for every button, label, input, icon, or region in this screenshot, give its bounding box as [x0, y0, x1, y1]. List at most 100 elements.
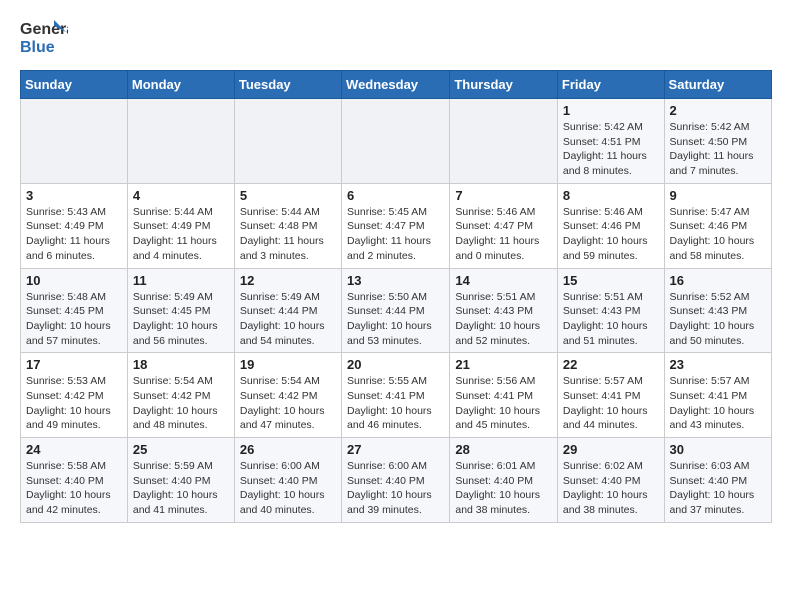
- day-number: 27: [347, 442, 444, 457]
- calendar-week-row: 10 Sunrise: 5:48 AMSunset: 4:45 PMDayligh…: [21, 268, 772, 353]
- calendar-cell: [234, 99, 341, 184]
- calendar-cell: 18Sunrise: 5:54 AMSunset: 4:42 PMDayligh…: [127, 353, 234, 438]
- day-number: 13: [347, 273, 444, 288]
- calendar-cell: 16 Sunrise: 5:52 AMSunset: 4:43 PMDayligh…: [664, 268, 771, 353]
- calendar-cell: 21 Sunrise: 5:56 AMSunset: 4:41 PMDayligh…: [450, 353, 558, 438]
- day-number: 17: [26, 357, 122, 372]
- day-number: 19: [240, 357, 336, 372]
- day-info: Sunrise: 6:00 AMSunset: 4:40 PMDaylight:…: [347, 459, 444, 518]
- day-number: 5: [240, 188, 336, 203]
- day-number: 10: [26, 273, 122, 288]
- weekday-header: Friday: [557, 71, 664, 99]
- day-number: 21: [455, 357, 552, 372]
- calendar-cell: 22 Sunrise: 5:57 AMSunset: 4:41 PMDayligh…: [557, 353, 664, 438]
- logo: GeneralBlue: [20, 16, 68, 60]
- calendar-week-row: 3 Sunrise: 5:43 AMSunset: 4:49 PMDaylight…: [21, 183, 772, 268]
- calendar-cell: 8 Sunrise: 5:46 AMSunset: 4:46 PMDaylight…: [557, 183, 664, 268]
- day-number: 20: [347, 357, 444, 372]
- day-info: Sunrise: 5:54 AMSunset: 4:42 PMDaylight:…: [240, 374, 336, 433]
- weekday-header: Saturday: [664, 71, 771, 99]
- day-info: Sunrise: 5:48 AMSunset: 4:45 PMDaylight:…: [26, 290, 122, 349]
- calendar-week-row: 17Sunrise: 5:53 AMSunset: 4:42 PMDayligh…: [21, 353, 772, 438]
- svg-text:General: General: [20, 21, 68, 38]
- calendar-cell: [21, 99, 128, 184]
- day-info: Sunrise: 6:01 AMSunset: 4:40 PMDaylight:…: [455, 459, 552, 518]
- day-number: 6: [347, 188, 444, 203]
- calendar-cell: 1 Sunrise: 5:42 AMSunset: 4:51 PMDaylight…: [557, 99, 664, 184]
- day-info: Sunrise: 5:51 AMSunset: 4:43 PMDaylight:…: [563, 290, 659, 349]
- day-info: Sunrise: 5:57 AMSunset: 4:41 PMDaylight:…: [670, 374, 766, 433]
- calendar-cell: 15 Sunrise: 5:51 AMSunset: 4:43 PMDayligh…: [557, 268, 664, 353]
- day-info: Sunrise: 5:56 AMSunset: 4:41 PMDaylight:…: [455, 374, 552, 433]
- logo-svg: GeneralBlue: [20, 16, 68, 60]
- day-number: 24: [26, 442, 122, 457]
- weekday-header: Wednesday: [342, 71, 450, 99]
- calendar-cell: 25 Sunrise: 5:59 AMSunset: 4:40 PMDayligh…: [127, 438, 234, 523]
- day-number: 16: [670, 273, 766, 288]
- day-info: Sunrise: 5:55 AMSunset: 4:41 PMDaylight:…: [347, 374, 444, 433]
- day-number: 29: [563, 442, 659, 457]
- day-number: 11: [133, 273, 229, 288]
- day-number: 4: [133, 188, 229, 203]
- calendar-cell: 5 Sunrise: 5:44 AMSunset: 4:48 PMDaylight…: [234, 183, 341, 268]
- calendar-cell: 10 Sunrise: 5:48 AMSunset: 4:45 PMDayligh…: [21, 268, 128, 353]
- calendar-cell: 6 Sunrise: 5:45 AMSunset: 4:47 PMDaylight…: [342, 183, 450, 268]
- calendar-header-row: SundayMondayTuesdayWednesdayThursdayFrid…: [21, 71, 772, 99]
- day-info: Sunrise: 5:42 AMSunset: 4:50 PMDaylight:…: [670, 120, 766, 179]
- day-number: 25: [133, 442, 229, 457]
- day-info: Sunrise: 5:58 AMSunset: 4:40 PMDaylight:…: [26, 459, 122, 518]
- day-info: Sunrise: 5:50 AMSunset: 4:44 PMDaylight:…: [347, 290, 444, 349]
- day-number: 8: [563, 188, 659, 203]
- day-info: Sunrise: 5:45 AMSunset: 4:47 PMDaylight:…: [347, 205, 444, 264]
- day-info: Sunrise: 5:44 AMSunset: 4:48 PMDaylight:…: [240, 205, 336, 264]
- day-info: Sunrise: 5:42 AMSunset: 4:51 PMDaylight:…: [563, 120, 659, 179]
- day-info: Sunrise: 5:43 AMSunset: 4:49 PMDaylight:…: [26, 205, 122, 264]
- calendar-cell: 24 Sunrise: 5:58 AMSunset: 4:40 PMDayligh…: [21, 438, 128, 523]
- calendar-body: 1 Sunrise: 5:42 AMSunset: 4:51 PMDaylight…: [21, 99, 772, 523]
- calendar-cell: 3 Sunrise: 5:43 AMSunset: 4:49 PMDaylight…: [21, 183, 128, 268]
- weekday-header: Thursday: [450, 71, 558, 99]
- calendar-cell: 14Sunrise: 5:51 AMSunset: 4:43 PMDayligh…: [450, 268, 558, 353]
- day-number: 9: [670, 188, 766, 203]
- calendar-week-row: 1 Sunrise: 5:42 AMSunset: 4:51 PMDaylight…: [21, 99, 772, 184]
- weekday-header: Tuesday: [234, 71, 341, 99]
- calendar-cell: 4 Sunrise: 5:44 AMSunset: 4:49 PMDaylight…: [127, 183, 234, 268]
- day-number: 1: [563, 103, 659, 118]
- calendar-cell: 2 Sunrise: 5:42 AMSunset: 4:50 PMDaylight…: [664, 99, 771, 184]
- day-info: Sunrise: 5:47 AMSunset: 4:46 PMDaylight:…: [670, 205, 766, 264]
- calendar-cell: 13 Sunrise: 5:50 AMSunset: 4:44 PMDayligh…: [342, 268, 450, 353]
- day-info: Sunrise: 5:46 AMSunset: 4:46 PMDaylight:…: [563, 205, 659, 264]
- day-number: 22: [563, 357, 659, 372]
- calendar-cell: [342, 99, 450, 184]
- day-number: 3: [26, 188, 122, 203]
- day-info: Sunrise: 6:00 AMSunset: 4:40 PMDaylight:…: [240, 459, 336, 518]
- calendar-cell: 26 Sunrise: 6:00 AMSunset: 4:40 PMDayligh…: [234, 438, 341, 523]
- calendar-cell: 28 Sunrise: 6:01 AMSunset: 4:40 PMDayligh…: [450, 438, 558, 523]
- day-info: Sunrise: 5:44 AMSunset: 4:49 PMDaylight:…: [133, 205, 229, 264]
- day-info: Sunrise: 5:57 AMSunset: 4:41 PMDaylight:…: [563, 374, 659, 433]
- day-info: Sunrise: 5:51 AMSunset: 4:43 PMDaylight:…: [455, 290, 552, 349]
- calendar-cell: 19 Sunrise: 5:54 AMSunset: 4:42 PMDayligh…: [234, 353, 341, 438]
- svg-text:Blue: Blue: [20, 39, 55, 56]
- calendar-cell: 17Sunrise: 5:53 AMSunset: 4:42 PMDayligh…: [21, 353, 128, 438]
- day-number: 26: [240, 442, 336, 457]
- calendar-cell: 29 Sunrise: 6:02 AMSunset: 4:40 PMDayligh…: [557, 438, 664, 523]
- day-number: 15: [563, 273, 659, 288]
- day-number: 23: [670, 357, 766, 372]
- day-number: 18: [133, 357, 229, 372]
- calendar-week-row: 24 Sunrise: 5:58 AMSunset: 4:40 PMDayligh…: [21, 438, 772, 523]
- day-number: 7: [455, 188, 552, 203]
- day-info: Sunrise: 5:46 AMSunset: 4:47 PMDaylight:…: [455, 205, 552, 264]
- day-info: Sunrise: 5:49 AMSunset: 4:45 PMDaylight:…: [133, 290, 229, 349]
- day-info: Sunrise: 5:52 AMSunset: 4:43 PMDaylight:…: [670, 290, 766, 349]
- calendar-cell: 9 Sunrise: 5:47 AMSunset: 4:46 PMDaylight…: [664, 183, 771, 268]
- day-info: Sunrise: 6:02 AMSunset: 4:40 PMDaylight:…: [563, 459, 659, 518]
- day-number: 28: [455, 442, 552, 457]
- calendar-cell: 7 Sunrise: 5:46 AMSunset: 4:47 PMDaylight…: [450, 183, 558, 268]
- day-info: Sunrise: 5:59 AMSunset: 4:40 PMDaylight:…: [133, 459, 229, 518]
- calendar-cell: 12Sunrise: 5:49 AMSunset: 4:44 PMDayligh…: [234, 268, 341, 353]
- day-number: 2: [670, 103, 766, 118]
- day-info: Sunrise: 6:03 AMSunset: 4:40 PMDaylight:…: [670, 459, 766, 518]
- calendar-cell: [127, 99, 234, 184]
- calendar-cell: 30Sunrise: 6:03 AMSunset: 4:40 PMDayligh…: [664, 438, 771, 523]
